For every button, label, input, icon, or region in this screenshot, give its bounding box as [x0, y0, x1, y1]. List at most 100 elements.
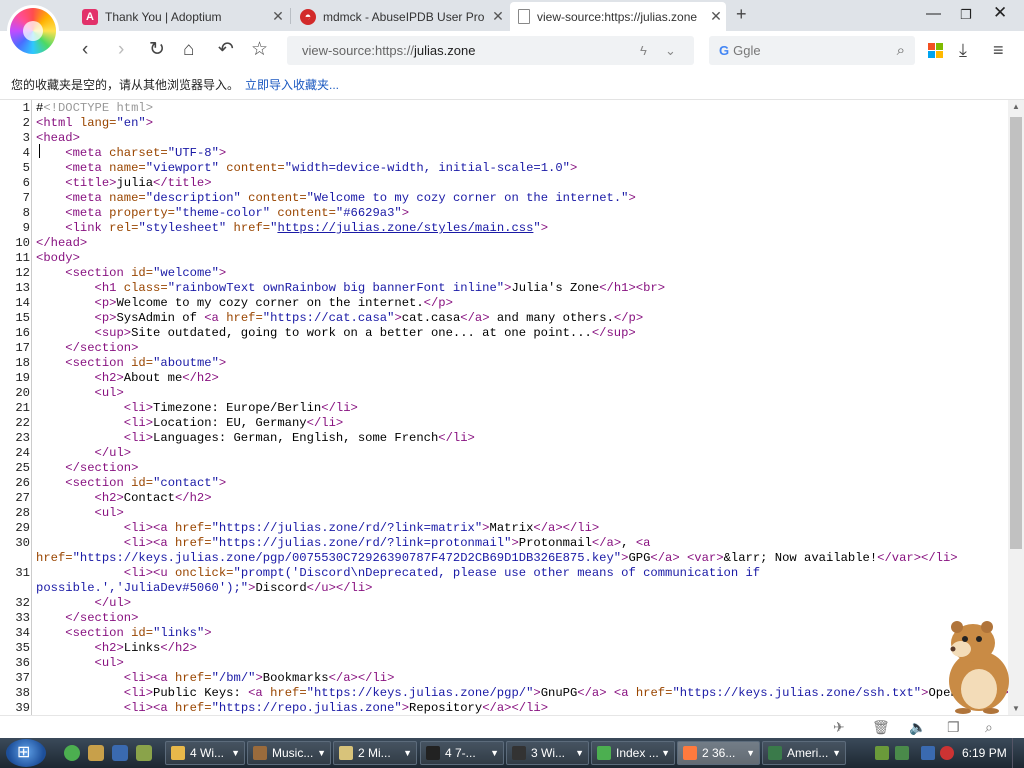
source-line: <h2>Links</h2>	[94, 641, 197, 655]
line-number: 39	[15, 701, 30, 715]
computer-icon[interactable]	[112, 745, 128, 761]
line-number: 38	[15, 686, 30, 700]
close-tab-icon[interactable]: ✕	[268, 8, 288, 25]
download-icon[interactable]: ⤓	[959, 38, 967, 62]
apps-grid-icon[interactable]	[928, 43, 943, 58]
line-number: 6	[22, 176, 30, 190]
music-icon	[253, 746, 267, 760]
line-number: 21	[15, 401, 30, 415]
source-line: </head>	[36, 236, 88, 250]
navigation-bar: ‹ › ↻ ⌂ ↶ ☆ view-source:https://julias.z…	[0, 31, 1024, 70]
folder-icon	[171, 746, 185, 760]
sound-icon[interactable]: 🔈	[909, 719, 926, 736]
abuseipdb-icon: ◓	[300, 8, 316, 25]
taskbar-button-label: Music...	[272, 746, 314, 760]
source-line: <section id="aboutme">	[65, 356, 227, 370]
line-number: 20	[15, 386, 30, 400]
hamster-mascot[interactable]	[935, 615, 1015, 715]
tab-abuseipdb[interactable]: ◓ mdmck - AbuseIPDB User Pro ✕	[292, 2, 508, 31]
search-icon[interactable]: ⌕	[897, 36, 905, 65]
line-number: 4	[22, 146, 30, 160]
taskbar-button[interactable]: 4 7-... ▼	[420, 741, 504, 765]
tab-view-source[interactable]: view-source:https://julias.zone ✕	[510, 2, 726, 31]
source-line: <body>	[36, 251, 80, 265]
source-line: <h1 class="rainbowText ownRainbow big ba…	[94, 281, 666, 295]
tab-separator	[290, 8, 291, 24]
forward-icon[interactable]: ›	[118, 38, 124, 62]
menu-icon[interactable]: ≡	[993, 38, 1004, 62]
line-number: 8	[22, 206, 30, 220]
source-line: <h2>Contact</h2>	[94, 491, 212, 505]
adoptium-icon: A	[82, 8, 98, 25]
restore-icon[interactable]: ❐	[960, 7, 972, 23]
zoom-icon[interactable]: ⌕	[985, 719, 993, 736]
taskbar-button-label: 4 7-...	[445, 746, 476, 760]
source-line: <meta name="viewport" content="width=dev…	[65, 161, 578, 175]
gimp-icon[interactable]	[88, 745, 104, 761]
browser-logo[interactable]	[10, 8, 56, 54]
taskbar-button[interactable]: Ameri... ▼	[762, 741, 846, 765]
chevron-down-icon: ▼	[832, 748, 841, 758]
line-number: 28	[15, 506, 30, 520]
line-number: 13	[15, 281, 30, 295]
line-number-gutter	[31, 100, 32, 715]
minimize-icon[interactable]: —	[926, 5, 941, 22]
tab-adoptium[interactable]: A Thank You | Adoptium ✕	[74, 2, 288, 31]
new-tab-button[interactable]: +	[736, 4, 747, 25]
source-line: <meta charset="UTF-8">	[65, 146, 227, 160]
volume-muted-icon[interactable]	[940, 746, 954, 760]
source-view[interactable]: 1 #<!DOCTYPE html> 2 <html lang="en"> 3 <head…	[0, 100, 1008, 715]
line-number: 23	[15, 431, 30, 445]
chevron-down-icon[interactable]: ⌄	[665, 36, 676, 65]
taskbar-button[interactable]: 2 36... ▼	[677, 741, 760, 765]
line-number: 2	[22, 116, 30, 130]
source-line: <link rel="stylesheet" href="https://jul…	[65, 221, 549, 235]
source-line: <ul>	[94, 506, 124, 520]
line-number: 10	[15, 236, 30, 250]
address-prefix: view-source:https://	[302, 43, 414, 58]
source-line: <ul>	[94, 386, 124, 400]
taskbar-button[interactable]: 3 Wi... ▼	[506, 741, 589, 765]
taskbar-button[interactable]: Index ... ▼	[591, 741, 675, 765]
tray-network-icon[interactable]	[895, 746, 909, 760]
close-tab-icon[interactable]: ✕	[488, 8, 508, 25]
line-number: 9	[22, 221, 30, 235]
line-number: 15	[15, 311, 30, 325]
app-icon[interactable]	[136, 745, 152, 761]
trash-icon[interactable]: 🗑	[872, 719, 890, 736]
tray-monitor-icon[interactable]	[921, 746, 935, 760]
line-number: 31	[15, 566, 30, 580]
taskbar-button-label: Ameri...	[787, 746, 829, 760]
close-window-icon[interactable]: ✕	[993, 3, 1007, 23]
address-bar[interactable]: view-source:https://julias.zone ϟ ⌄	[287, 36, 694, 65]
start-button[interactable]	[6, 739, 46, 767]
show-desktop-button[interactable]	[1012, 738, 1024, 768]
source-line: <sup>Site outdated, going to work on a b…	[94, 326, 636, 340]
source-line: <li><a href="https://julias.zone/rd/?lin…	[123, 521, 600, 535]
line-number: 14	[15, 296, 30, 310]
scrollbar-thumb[interactable]	[1010, 117, 1022, 549]
window-icon[interactable]: ❐	[947, 719, 960, 736]
source-line: </section>	[65, 461, 139, 475]
chevron-down-icon: ▼	[746, 748, 755, 758]
line-number	[0, 551, 30, 566]
line-number: 32	[15, 596, 30, 610]
rocket-icon[interactable]: ✈	[833, 719, 845, 736]
tray-app-icon[interactable]	[875, 746, 889, 760]
clock[interactable]: 6:19 PM	[962, 738, 1007, 768]
taskbar-button[interactable]: 4 Wi... ▼	[165, 741, 245, 765]
chrome-icon[interactable]	[64, 745, 80, 761]
taskbar-button[interactable]: Music... ▼	[247, 741, 331, 765]
close-tab-icon[interactable]: ✕	[706, 8, 726, 25]
reload-icon[interactable]: ↻	[149, 38, 165, 62]
bolt-icon[interactable]: ϟ	[640, 36, 647, 65]
home-icon[interactable]: ⌂	[183, 38, 194, 62]
taskbar-button[interactable]: 2 Mi... ▼	[333, 741, 417, 765]
bookmark-star-icon[interactable]: ☆	[251, 38, 268, 62]
scroll-up-icon[interactable]: ▲	[1008, 102, 1024, 111]
search-box[interactable]: G Ggle ⌕	[709, 36, 915, 65]
import-bookmarks-link[interactable]: 立即导入收藏夹...	[245, 78, 339, 92]
tab-title: view-source:https://julias.zone	[537, 9, 698, 24]
undo-icon[interactable]: ↶	[218, 38, 234, 62]
back-icon[interactable]: ‹	[82, 38, 88, 62]
